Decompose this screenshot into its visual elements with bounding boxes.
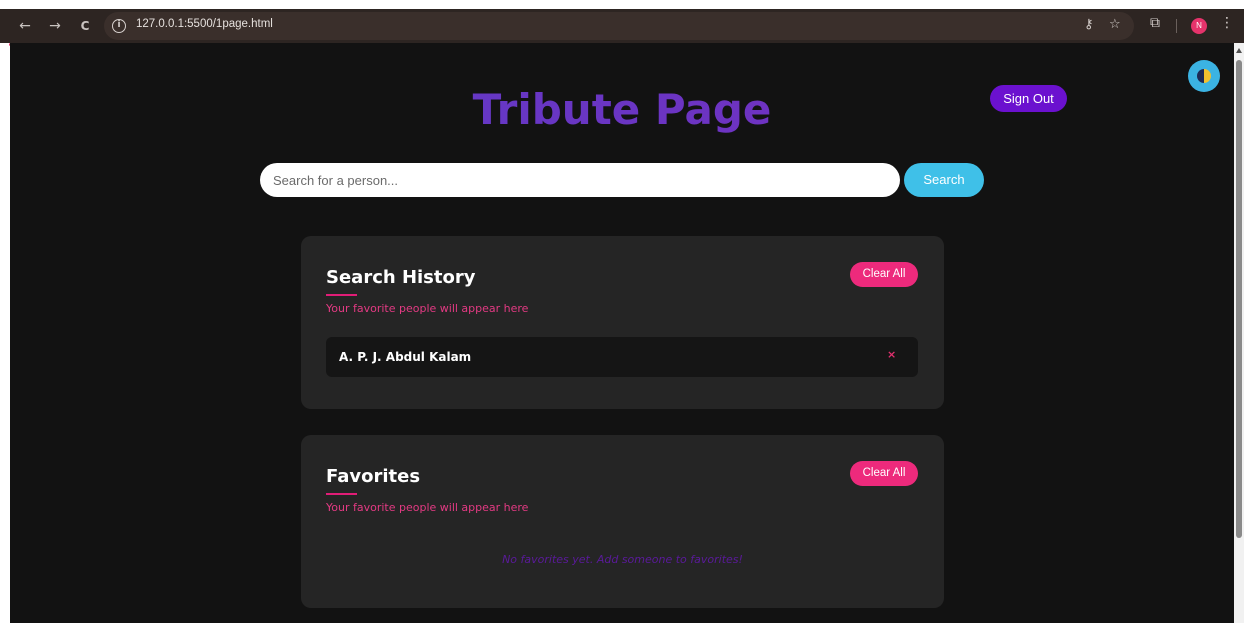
sign-out-button[interactable]: Sign Out	[990, 85, 1067, 112]
favorites-subtitle: Your favorite people will appear here	[326, 501, 529, 514]
browser-toolbar: ← → C i 127.0.0.1:5500/1page.html ⚷ ☆ ⧉ …	[0, 9, 1244, 43]
address-url[interactable]: 127.0.0.1:5500/1page.html	[136, 18, 273, 30]
back-icon[interactable]: ←	[14, 15, 36, 37]
search-button[interactable]: Search	[904, 163, 984, 197]
toolbar-divider	[1176, 19, 1177, 33]
profile-avatar[interactable]: N	[1191, 18, 1207, 34]
favorites-empty-message: No favorites yet. Add someone to favorit…	[502, 553, 743, 566]
scrollbar-thumb[interactable]	[1236, 60, 1242, 538]
search-history-subtitle: Your favorite people will appear here	[326, 302, 529, 315]
site-info-icon[interactable]: i	[112, 19, 126, 33]
page-viewport: Tribute Page Sign Out Search Search Hist…	[10, 43, 1234, 623]
address-bar[interactable]: i 127.0.0.1:5500/1page.html ⚷ ☆	[104, 12, 1134, 40]
password-key-icon[interactable]: ⚷	[1084, 17, 1094, 32]
favorites-card: Favorites Your favorite people will appe…	[301, 435, 944, 608]
contrast-icon	[1197, 69, 1211, 83]
scroll-up-arrow-icon[interactable]	[1236, 48, 1242, 53]
browser-window: ← → C i 127.0.0.1:5500/1page.html ⚷ ☆ ⧉ …	[0, 0, 1244, 623]
forward-icon[interactable]: →	[44, 15, 66, 37]
history-item-name[interactable]: A. P. J. Abdul Kalam	[339, 350, 471, 364]
remove-icon[interactable]: ×	[887, 348, 896, 361]
clear-favorites-button[interactable]: Clear All	[850, 461, 918, 486]
search-history-title: Search History	[326, 267, 476, 288]
favorites-title: Favorites	[326, 466, 421, 487]
search-input[interactable]	[260, 163, 900, 197]
title-underline	[326, 493, 357, 495]
reload-icon[interactable]: C	[74, 15, 96, 37]
bookmark-star-icon[interactable]: ☆	[1109, 17, 1121, 32]
clear-history-button[interactable]: Clear All	[850, 262, 918, 287]
extensions-icon[interactable]: ⧉	[1150, 15, 1160, 31]
browser-menu-icon[interactable]: ⋮	[1220, 15, 1234, 31]
search-history-card: Search History Your favorite people will…	[301, 236, 944, 409]
history-list-item[interactable]: A. P. J. Abdul Kalam ×	[326, 337, 918, 377]
title-underline	[326, 294, 357, 296]
